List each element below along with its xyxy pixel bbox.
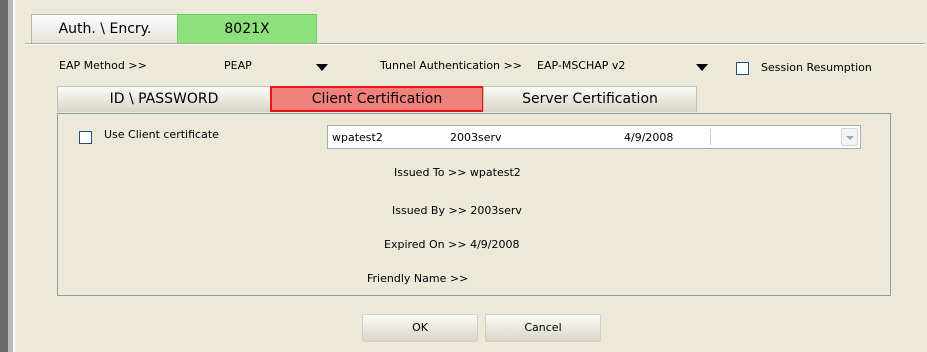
cert-issuer: 2003serv (450, 131, 502, 144)
column-separator (710, 129, 711, 145)
tab-auth-encry[interactable]: Auth. \ Encry. (31, 14, 179, 44)
session-resumption-checkbox[interactable] (736, 62, 749, 75)
tunnel-auth-value[interactable]: EAP-MSCHAP v2 (537, 56, 625, 76)
tab-id-password[interactable]: ID \ PASSWORD (57, 86, 271, 112)
use-client-cert-label: Use Client certificate (104, 128, 219, 141)
use-client-cert-checkbox[interactable] (79, 131, 92, 144)
ok-button[interactable]: OK (362, 314, 478, 342)
tab-divider-highlight (25, 44, 925, 45)
dialog: Auth. \ Encry. 8021X EAP Method >> PEAP … (15, 0, 927, 352)
expired-on: Expired On >> 4/9/2008 (384, 238, 520, 251)
chevron-down-icon[interactable] (841, 128, 858, 146)
eap-method-label: EAP Method >> (59, 59, 147, 72)
session-resumption-label: Session Resumption (761, 61, 872, 74)
window-edge (0, 0, 8, 352)
eap-method-dropdown-icon[interactable] (316, 64, 328, 71)
tab-server-certification[interactable]: Server Certification (483, 86, 697, 112)
cancel-button[interactable]: Cancel (485, 314, 601, 342)
cert-expiry: 4/9/2008 (624, 131, 674, 144)
issued-to: Issued To >> wpatest2 (394, 166, 521, 179)
issued-by: Issued By >> 2003serv (392, 204, 522, 217)
tunnel-auth-dropdown-icon[interactable] (696, 64, 708, 71)
certificate-select[interactable]: wpatest2 2003serv 4/9/2008 (327, 125, 861, 149)
tunnel-auth-label: Tunnel Authentication >> (380, 59, 522, 72)
eap-method-value[interactable]: PEAP (224, 56, 252, 76)
tab-client-certification[interactable]: Client Certification (270, 86, 484, 112)
window-edge-inner (8, 0, 13, 352)
cert-name: wpatest2 (332, 131, 383, 144)
friendly-name: Friendly Name >> (367, 272, 469, 285)
tab-8021x[interactable]: 8021X (177, 14, 317, 44)
